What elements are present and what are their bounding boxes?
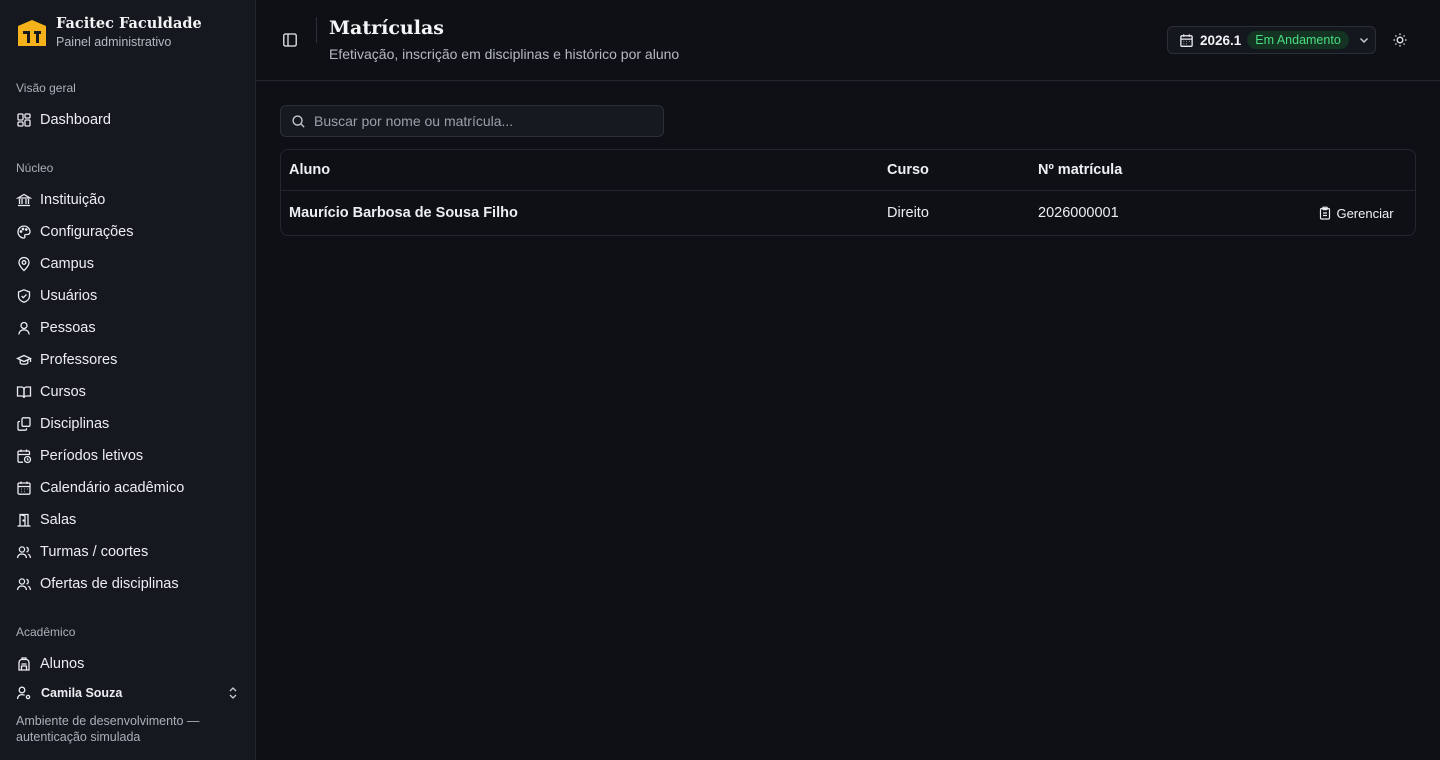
column-header-curso: Curso (887, 162, 929, 178)
backpack-icon (18, 657, 30, 671)
sidebar-item-periodos-letivos[interactable]: Períodos letivos (16, 442, 240, 470)
palette-icon (17, 225, 31, 239)
sidebar-item-label: Pessoas (40, 320, 96, 336)
sidebar-item-disciplinas[interactable]: Disciplinas (16, 410, 240, 438)
dev-environment-note: Ambiente de desenvolvimento — autenticaç… (16, 714, 200, 744)
sidebar-item-label: Usuários (40, 288, 98, 304)
sidebar-item-label: Instituição (40, 192, 106, 208)
period-code: 2026.1 (1200, 32, 1242, 48)
copy-icon (17, 417, 31, 431)
sidebar-item-calendario-academico[interactable]: Calendário acadêmico (16, 474, 240, 502)
users-icon (16, 578, 32, 591)
shield-icon (17, 289, 31, 303)
map-pin-icon (18, 256, 30, 272)
section-label-visao-geral: Visão geral (16, 81, 76, 95)
book-open-icon (16, 386, 32, 399)
brand: Facitec Faculdade Painel administrativo (16, 15, 202, 51)
sidebar-item-label: Professores (40, 352, 118, 368)
status-badge: Em Andamento (1247, 31, 1349, 49)
column-header-matricula: Nº matrícula (1038, 162, 1123, 178)
search-box (280, 105, 664, 137)
clipboard-icon (1320, 206, 1331, 220)
sidebar-item-turmas-coortes[interactable]: Turmas / coortes (16, 538, 240, 566)
sidebar-item-salas[interactable]: Salas (16, 506, 240, 534)
sidebar-item-label: Configurações (40, 224, 134, 240)
cell-curso: Direito (887, 205, 929, 221)
search-input[interactable] (314, 113, 654, 129)
sidebar-item-professores[interactable]: Professores (16, 346, 240, 374)
user-cog-icon (16, 686, 31, 700)
sidebar-item-ofertas-de-disciplinas[interactable]: Ofertas de disciplinas (16, 570, 240, 598)
sidebar-toggle-button[interactable] (280, 30, 300, 50)
sidebar-item-label: Cursos (40, 384, 86, 400)
manage-button[interactable]: Gerenciar (1311, 199, 1401, 227)
sidebar-item-label: Campus (40, 256, 94, 272)
page-title: Matrículas (329, 17, 444, 39)
sidebar-item-campus[interactable]: Campus (16, 250, 240, 278)
users-icon (16, 546, 32, 559)
theme-toggle-button[interactable] (1390, 30, 1410, 50)
sidebar-item-dashboard[interactable]: Dashboard (16, 106, 240, 134)
sidebar-item-alunos[interactable]: Alunos (16, 650, 240, 678)
topbar-divider (316, 17, 317, 43)
period-selector[interactable]: 2026.1 Em Andamento (1167, 26, 1376, 54)
dashboard-icon (17, 113, 31, 127)
sidebar: Facitec Faculdade Painel administrativo … (0, 0, 256, 760)
sidebar-item-pessoas[interactable]: Pessoas (16, 314, 240, 342)
cell-aluno: Maurício Barbosa de Sousa Filho (289, 205, 518, 221)
column-header-aluno: Aluno (289, 162, 331, 178)
section-label-academico: Acadêmico (16, 625, 76, 639)
calendar-clock-icon (17, 449, 32, 464)
table-header: Aluno Curso Nº matrícula (281, 150, 1415, 191)
sidebar-item-label: Alunos (40, 656, 85, 672)
sidebar-item-configuracoes[interactable]: Configurações (16, 218, 240, 246)
sidebar-item-label: Salas (40, 512, 77, 528)
sidebar-item-label: Turmas / coortes (40, 544, 149, 560)
sidebar-item-label: Calendário acadêmico (40, 480, 185, 496)
cell-matricula: 2026000001 (1038, 205, 1119, 221)
sidebar-item-label: Ofertas de disciplinas (40, 576, 179, 592)
calendar-icon (1180, 33, 1193, 47)
sidebar-item-usuarios[interactable]: Usuários (16, 282, 240, 310)
table-row: Maurício Barbosa de Sousa Filho Direito … (281, 191, 1415, 235)
section-label-nucleo: Núcleo (16, 161, 54, 175)
user-menu[interactable]: Camila Souza (16, 682, 240, 704)
landmark-icon (16, 193, 32, 207)
chevron-down-icon (1359, 38, 1368, 43)
brand-title: Facitec Faculdade (56, 15, 202, 32)
sidebar-item-instituicao[interactable]: Instituição (16, 186, 240, 214)
calendar-icon (17, 481, 31, 495)
sidebar-item-label: Disciplinas (40, 416, 110, 432)
search-icon (292, 114, 305, 128)
chevrons-up-down-icon (229, 687, 237, 699)
door-icon (17, 513, 31, 527)
manage-button-label: Gerenciar (1336, 205, 1394, 221)
sidebar-item-label: Períodos letivos (40, 448, 144, 464)
graduation-cap-icon (16, 354, 32, 365)
panel-left-icon (283, 33, 297, 47)
brand-logo-icon (18, 20, 46, 46)
topbar: Matrículas Efetivação, inscrição em disc… (256, 0, 1440, 81)
page-subtitle: Efetivação, inscrição em disciplinas e h… (329, 46, 680, 62)
sun-icon (1393, 33, 1407, 47)
sidebar-item-label: Dashboard (40, 112, 111, 128)
enrollments-table: Aluno Curso Nº matrícula Maurício Barbos… (280, 149, 1416, 236)
brand-subtitle: Painel administrativo (56, 35, 172, 49)
user-name: Camila Souza (41, 686, 123, 700)
sidebar-item-cursos[interactable]: Cursos (16, 378, 240, 406)
user-icon (18, 321, 30, 335)
